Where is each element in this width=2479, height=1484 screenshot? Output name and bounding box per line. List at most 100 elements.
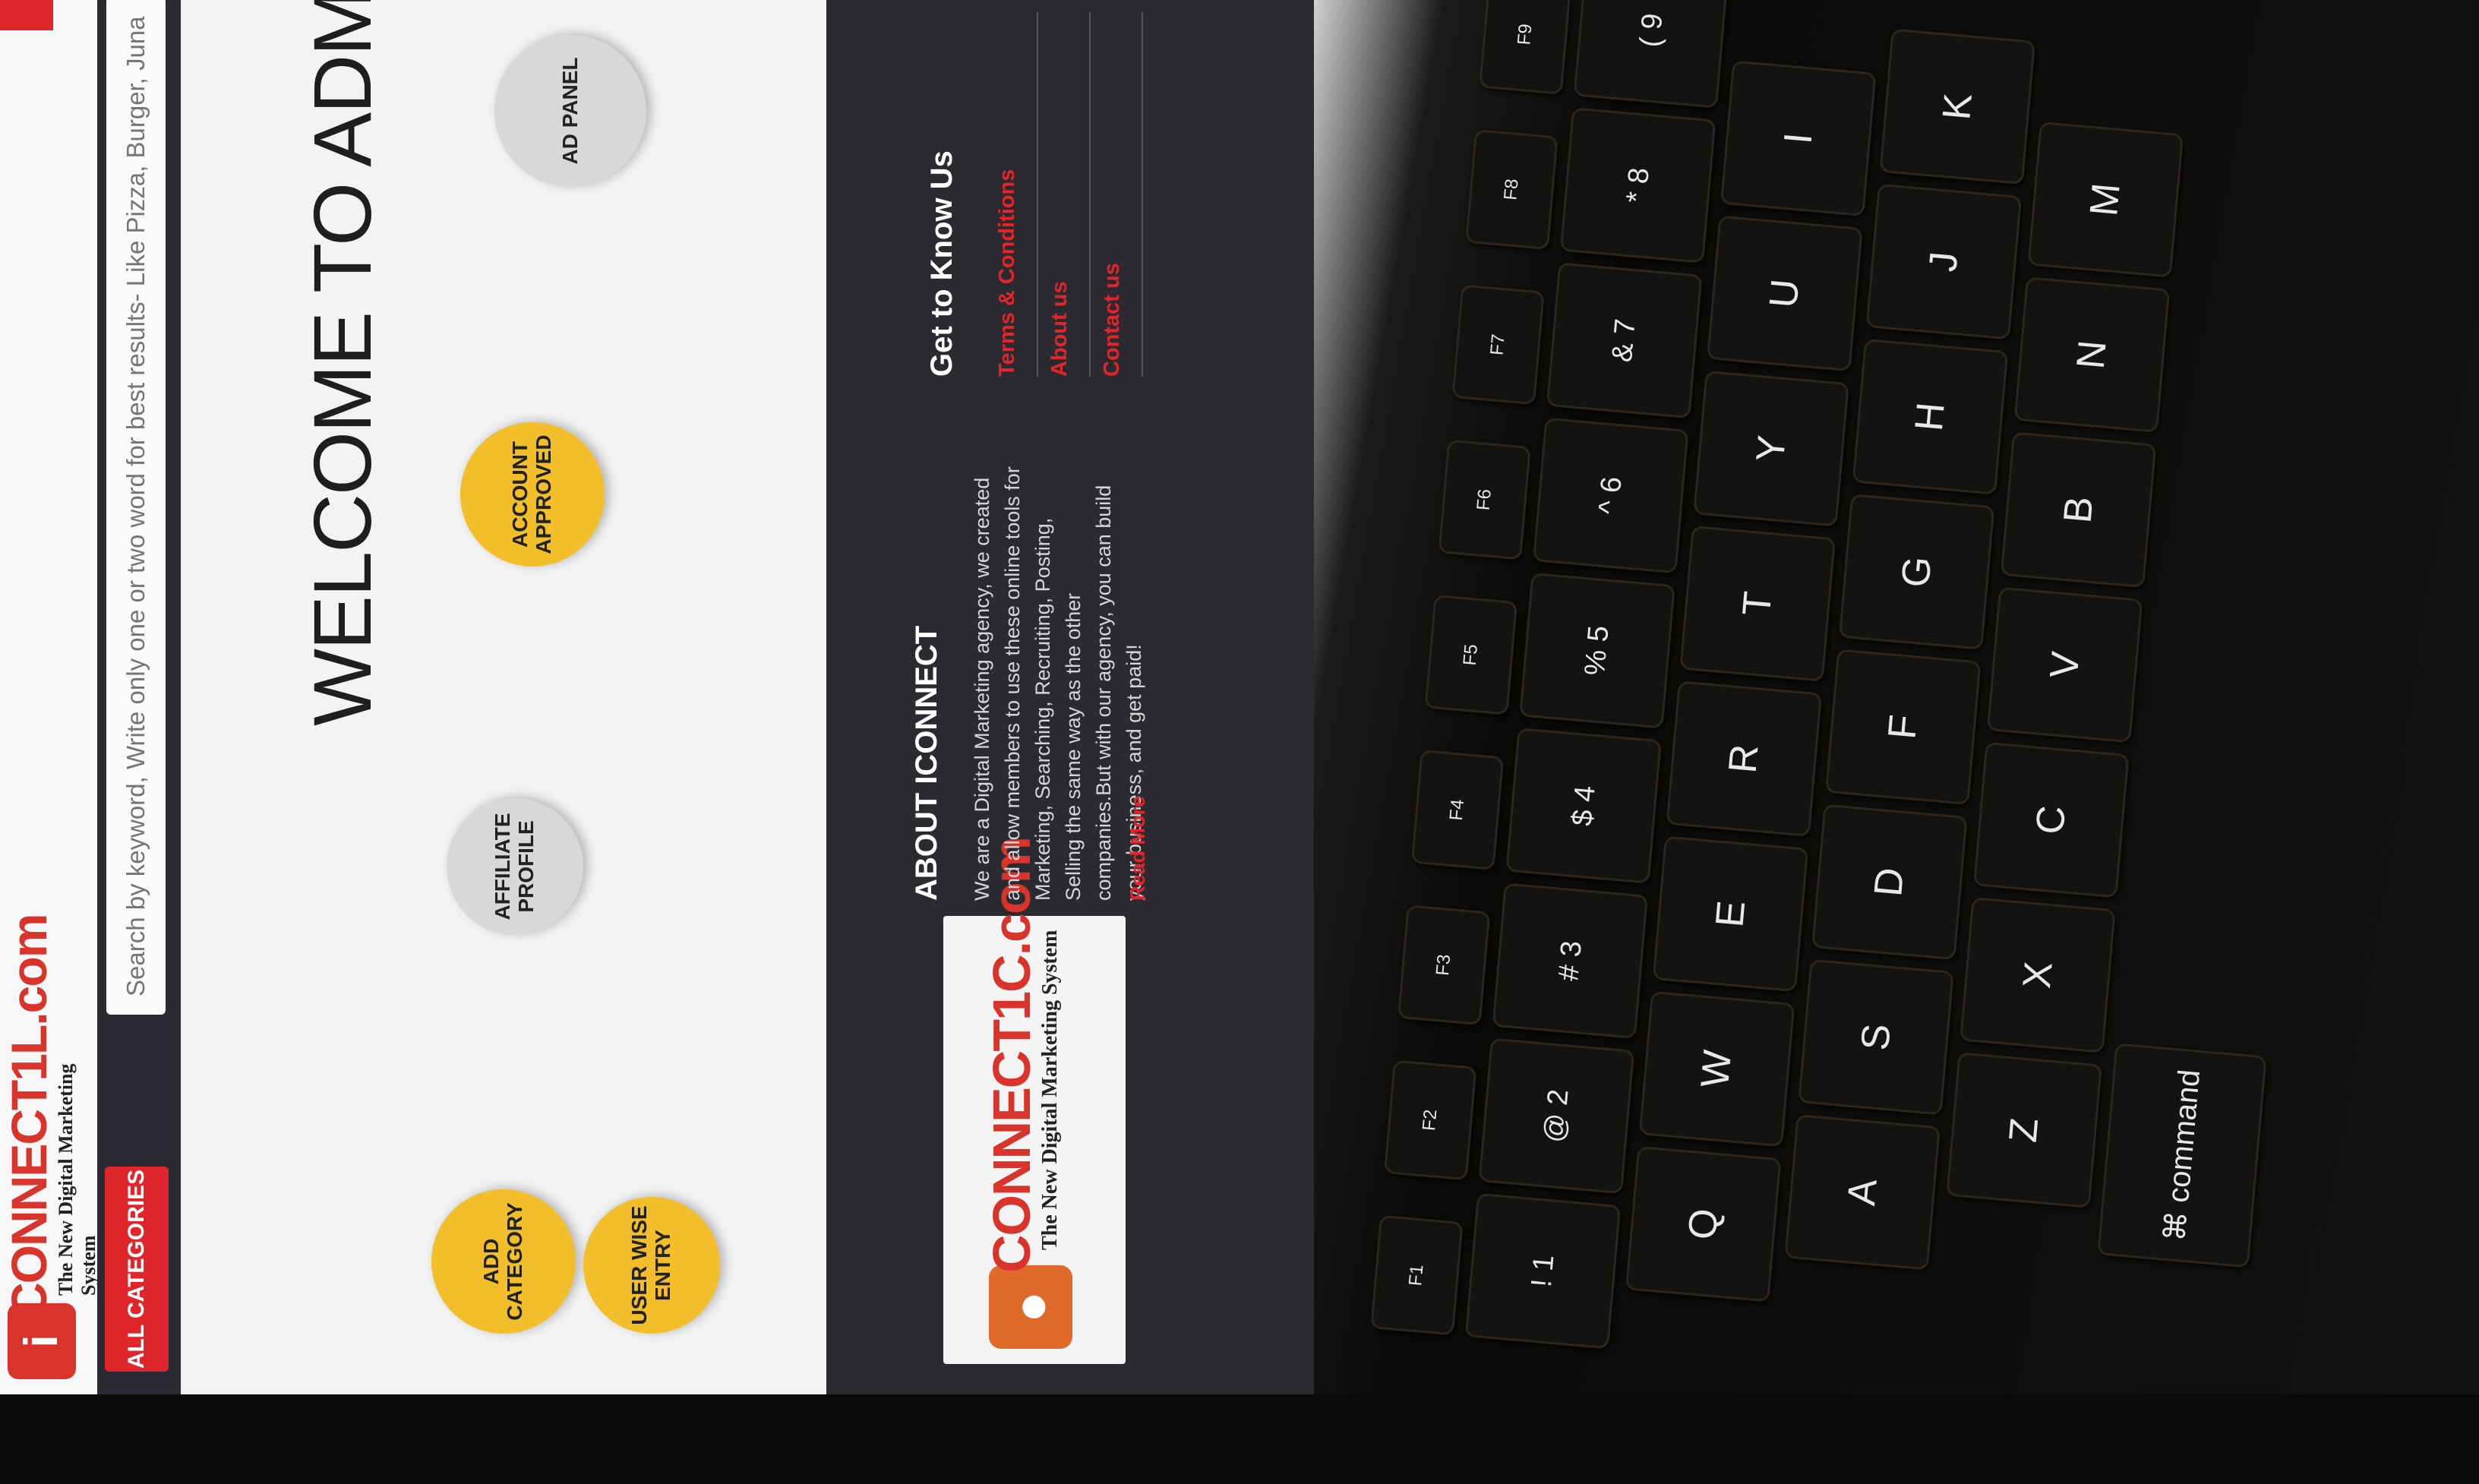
read-more-link[interactable]: Read More	[1126, 796, 1150, 901]
key-label: F6	[1473, 488, 1495, 512]
key-r[interactable]: R	[1666, 680, 1823, 838]
key-label: W	[1693, 1048, 1741, 1090]
key-label: & 7	[1606, 317, 1643, 364]
key-c[interactable]: C	[1972, 741, 2130, 898]
footer-logo-mark-icon: ●	[989, 1265, 1072, 1349]
key-f1[interactable]: F1	[1370, 1214, 1464, 1336]
key-5[interactable]: % 5	[1519, 572, 1675, 729]
user-wise-entry-button[interactable]: USER WISE ENTRY	[583, 1197, 720, 1334]
site-logo[interactable]: i CONNECT1L.com The New Digital Marketin…	[0, 915, 99, 1379]
logo-word: CONNECT1L.com	[1, 914, 57, 1318]
key-label: Y	[1748, 433, 1795, 464]
key-label: C	[2028, 804, 2075, 836]
key-y[interactable]: Y	[1693, 370, 1849, 527]
affiliate-profile-button[interactable]: AFFILIATE PROFILE	[447, 798, 583, 935]
key-2[interactable]: @ 2	[1478, 1037, 1635, 1195]
key-e[interactable]: E	[1652, 835, 1809, 993]
key-label: E	[1707, 898, 1754, 930]
key-label: M	[2082, 181, 2130, 218]
key-f6[interactable]: F6	[1438, 439, 1532, 560]
key-f7[interactable]: F7	[1451, 284, 1545, 406]
key-1[interactable]: ! 1	[1464, 1192, 1622, 1350]
key-label: @ 2	[1538, 1088, 1575, 1145]
key-f3[interactable]: F3	[1397, 905, 1491, 1026]
laptop-screen: i CONNECT1L.com The New Digital Marketin…	[0, 0, 1314, 1394]
key-i[interactable]: I	[1720, 60, 1877, 217]
user-wise-entry-label: USER WISE ENTRY	[627, 1205, 674, 1325]
search-input[interactable]	[106, 0, 166, 1015]
key-q[interactable]: Q	[1625, 1145, 1782, 1302]
key-m[interactable]: M	[2027, 121, 2184, 278]
footer-logo-word: CONNECT1C.com	[982, 838, 1041, 1273]
key-label: X	[2014, 960, 2061, 990]
key-label: # 3	[1552, 939, 1588, 983]
logo-tagline: The New Digital Marketing System	[55, 1063, 99, 1296]
key-label: S	[1852, 1021, 1900, 1053]
ad-panel-label: AD PANEL	[557, 57, 582, 165]
key-f5[interactable]: F5	[1424, 594, 1518, 715]
key-7[interactable]: & 7	[1546, 262, 1703, 419]
ad-panel-button[interactable]: AD PANEL	[494, 35, 646, 187]
key-x[interactable]: X	[1960, 896, 2116, 1053]
key-z[interactable]: Z	[1946, 1052, 2103, 1209]
photo-scene: i CONNECT1L.com The New Digital Marketin…	[0, 0, 2479, 1394]
contact-us-link[interactable]: Contact us	[1091, 12, 1143, 377]
key-j[interactable]: J	[1865, 183, 2023, 340]
key-label: U	[1761, 277, 1808, 310]
key-label: F7	[1486, 333, 1509, 356]
key-6[interactable]: ^ 6	[1532, 417, 1689, 574]
key-n[interactable]: N	[2013, 276, 2171, 433]
key-g[interactable]: G	[1838, 494, 1995, 650]
key-label: F	[1880, 712, 1927, 741]
key-f4[interactable]: F4	[1410, 749, 1505, 870]
terms-link[interactable]: Terms & Conditions	[986, 12, 1038, 377]
key-label: I	[1776, 131, 1821, 146]
search-bar: ALL CATEGORIES ▾	[97, 0, 213, 1394]
key-8[interactable]: * 8	[1559, 107, 1716, 264]
key-v[interactable]: V	[1986, 586, 2143, 744]
account-approved-button[interactable]: ACCOUNT APPROVED	[460, 422, 605, 567]
key-f2[interactable]: F2	[1383, 1059, 1477, 1181]
key-label: F2	[1419, 1108, 1442, 1132]
page-title: WELCOME TO ADMIN PA	[296, 0, 388, 726]
key-3[interactable]: # 3	[1492, 883, 1649, 1040]
key-label: T	[1734, 589, 1781, 618]
key-label: G	[1893, 554, 1941, 589]
key-t[interactable]: T	[1679, 525, 1836, 682]
key-label: N	[2068, 338, 2115, 371]
website-page: i CONNECT1L.com The New Digital Marketin…	[0, 0, 1314, 1394]
all-categories-button[interactable]: ALL CATEGORIES ▾	[105, 1167, 213, 1372]
key-9[interactable]: ( 9	[1573, 0, 1730, 109]
key-label: Z	[2001, 1116, 2048, 1145]
key-command[interactable]: ⌘ command	[2097, 1043, 2267, 1268]
key-u[interactable]: U	[1706, 215, 1863, 372]
key-s[interactable]: S	[1798, 958, 1954, 1116]
key-label: ^ 6	[1593, 475, 1628, 516]
key-label: Q	[1680, 1207, 1727, 1242]
footer-links: Terms & Conditions About us Contact us	[986, 12, 1143, 377]
get-to-know-title: Get to Know Us	[925, 150, 958, 377]
key-label: F9	[1514, 23, 1536, 46]
key-f[interactable]: F	[1824, 649, 1982, 806]
key-k[interactable]: K	[1879, 28, 2036, 185]
affiliate-profile-label: AFFILIATE PROFILE	[491, 813, 538, 920]
key-f8[interactable]: F8	[1465, 129, 1558, 251]
admin-content: WELCOME TO ADMIN PA ADD CATEGORY USER WI…	[181, 0, 826, 1394]
key-label: J	[1921, 250, 1967, 274]
key-label: ! 1	[1525, 1253, 1561, 1289]
key-b[interactable]: B	[2000, 431, 2157, 589]
about-us-link[interactable]: About us	[1038, 12, 1091, 377]
key-d[interactable]: D	[1811, 804, 1968, 961]
key-label: H	[1906, 400, 1954, 433]
key-f9[interactable]: F9	[1479, 0, 1572, 95]
key-w[interactable]: W	[1638, 990, 1795, 1148]
add-category-button[interactable]: ADD CATEGORY	[431, 1189, 576, 1334]
key-h[interactable]: H	[1852, 338, 2009, 495]
footer-logo[interactable]: ● CONNECT1C.com The New Digital Marketin…	[943, 838, 1126, 1364]
key-4[interactable]: $ 4	[1505, 728, 1663, 884]
key-a[interactable]: A	[1784, 1113, 1941, 1271]
key-label: $ 4	[1565, 784, 1602, 828]
key-label: * 8	[1620, 166, 1656, 205]
about-text: We are a Digital Marketing agency, we cr…	[971, 466, 1145, 901]
laptop-keyboard: F1 F2 F3 F4 F5 F6 F7 F8 F9 ! 1 @ 2 # 3 $ 4 % 5 ^ 6 & 7 *…	[1274, 0, 2479, 1484]
